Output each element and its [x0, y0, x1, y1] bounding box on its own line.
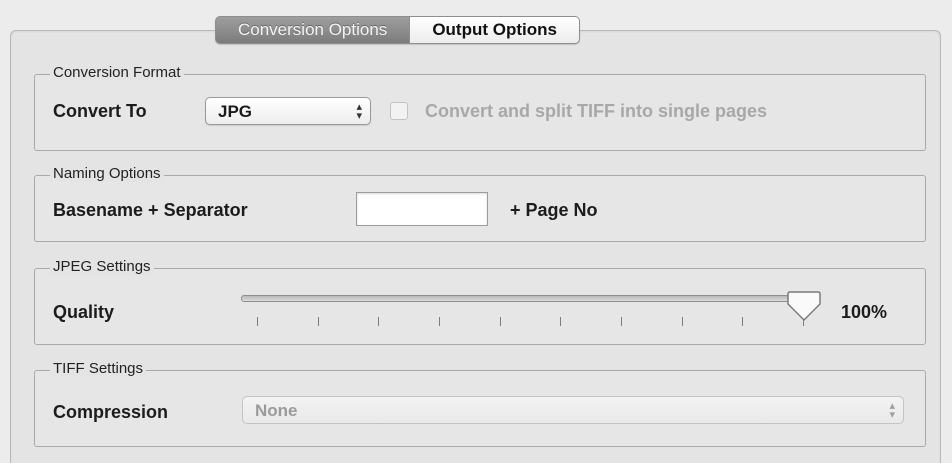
separator-input[interactable] — [356, 192, 488, 226]
compression-value: None — [255, 401, 298, 420]
tiff-settings-title: TIFF Settings — [50, 360, 147, 377]
conversion-format-title: Conversion Format — [50, 64, 184, 81]
slider-tick — [560, 317, 562, 326]
tab-output-options[interactable]: Output Options — [409, 16, 580, 44]
quality-label: Quality — [53, 302, 115, 322]
convert-to-popup[interactable]: JPG ▴ ▾ — [205, 97, 371, 125]
page-no-label: + Page No — [510, 200, 598, 220]
split-tiff-checkbox[interactable] — [390, 102, 408, 120]
quality-slider-track[interactable] — [241, 295, 819, 302]
compression-label: Compression — [53, 402, 169, 422]
quality-value: 100% — [841, 302, 888, 322]
tab-conversion-options[interactable]: Conversion Options — [215, 16, 410, 44]
split-tiff-label: Convert and split TIFF into single pages — [425, 101, 768, 121]
slider-tick — [681, 317, 683, 326]
tab-bar: Conversion Options Output Options — [215, 16, 580, 44]
slider-tick — [499, 317, 501, 326]
naming-options-title: Naming Options — [50, 165, 164, 182]
up-down-chevron-icon: ▴ ▾ — [889, 400, 895, 421]
slider-tick — [257, 317, 258, 326]
slider-tick — [742, 317, 744, 326]
convert-to-value: JPG — [218, 102, 253, 121]
slider-tick — [378, 317, 380, 326]
slider-tick — [317, 317, 319, 326]
slider-tick — [439, 317, 440, 326]
slider-knob-icon[interactable] — [786, 290, 822, 322]
convert-to-label: Convert To — [53, 101, 147, 121]
basename-label: Basename + Separator — [53, 200, 248, 220]
compression-popup[interactable]: None ▴ ▾ — [242, 396, 904, 424]
jpeg-settings-title: JPEG Settings — [50, 258, 154, 275]
up-down-chevron-icon: ▴ ▾ — [356, 101, 362, 122]
slider-tick — [621, 317, 622, 326]
conversion-options-window: Conversion Options Output Options Conver… — [0, 0, 952, 463]
